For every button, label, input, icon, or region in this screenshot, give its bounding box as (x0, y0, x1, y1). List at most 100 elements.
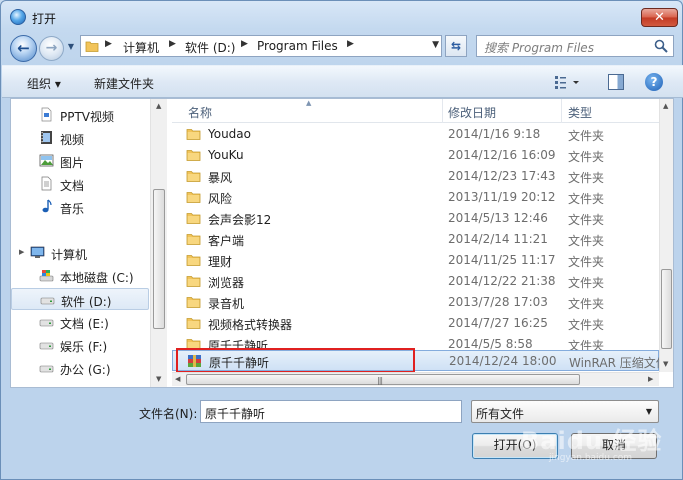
address-dropdown-icon[interactable]: ▼ (432, 40, 439, 50)
sidebar-item-label: PPTV视频 (60, 110, 115, 124)
arrow-right-icon: → (45, 40, 58, 56)
sidebar-item[interactable]: 办公 (G:) (11, 357, 149, 379)
scroll-up-arrow-icon[interactable]: ▲ (156, 102, 161, 110)
back-button[interactable]: ← (10, 35, 37, 62)
scroll-up-arrow-icon[interactable]: ▲ (663, 102, 668, 110)
chevron-down-icon: ▼ (645, 407, 652, 416)
file-modified-date: 2013/7/28 17:03 (448, 295, 548, 309)
sidebar-item[interactable]: 文档 (E:) (11, 311, 149, 333)
breadcrumb-drive-d[interactable]: 软件 (D:) (185, 39, 235, 56)
search-icon[interactable] (654, 39, 668, 53)
sort-ascending-icon: ▲ (306, 99, 312, 107)
sidebar-item[interactable]: 计算机 ▶ (11, 242, 149, 264)
breadcrumb-program-files[interactable]: Program Files (257, 39, 338, 53)
file-name: 理财 (208, 255, 233, 269)
file-type: 文件夹 (568, 129, 605, 143)
drive-icon (40, 292, 55, 307)
close-button[interactable]: ✕ (641, 8, 678, 27)
organize-button[interactable]: 组织 ▾ (27, 75, 61, 92)
file-row[interactable]: 客户端 2014/2/14 11:21 文件夹 (172, 229, 659, 250)
folder-icon (186, 190, 201, 204)
sidebar-item-label: 图片 (60, 156, 85, 170)
sidebar-item[interactable]: 视频 (11, 127, 149, 149)
baidu-watermark-url: jingyan.baidu.com (549, 453, 633, 463)
column-date-header[interactable]: 修改日期 (448, 104, 496, 121)
forward-button[interactable]: → (39, 36, 64, 61)
computer-icon (30, 245, 45, 260)
chevron-down-icon: ▼ (67, 42, 75, 51)
breadcrumb-computer[interactable]: 计算机 (123, 39, 159, 56)
sidebar-item[interactable]: 娱乐 (F:) (11, 334, 149, 356)
file-list-pane: ▲ 名称 修改日期 类型 Youdao 2014/1/16 9:18 文件夹 YouK… (172, 99, 673, 387)
file-list-horizontal-scrollbar[interactable]: ◀ ||| ▶ (172, 372, 659, 386)
search-input[interactable]: 搜索 Program Files (476, 35, 674, 57)
file-row[interactable]: 视频格式转换器 2014/7/27 16:25 文件夹 (172, 313, 659, 334)
file-type: 文件夹 (568, 234, 605, 248)
breadcrumb-separator-icon[interactable]: ▶ (169, 39, 176, 49)
file-row[interactable]: 浏览器 2014/12/22 21:38 文件夹 (172, 271, 659, 292)
filename-label: 文件名(N): (139, 407, 198, 421)
help-button[interactable]: ? (645, 73, 663, 91)
pictures-library-icon (39, 153, 54, 168)
breadcrumb-separator-icon[interactable]: ▶ (347, 39, 354, 49)
address-bar[interactable]: ▶ 计算机 ▶ 软件 (D:) ▶ Program Files ▶ ▼ (80, 35, 442, 57)
column-header-row: ▲ 名称 修改日期 类型 (172, 99, 659, 123)
app-icon (10, 9, 26, 25)
scroll-left-arrow-icon[interactable]: ◀ (175, 375, 180, 383)
file-row[interactable]: 录音机 2013/7/28 17:03 文件夹 (172, 292, 659, 313)
sidebar-item-label: 文档 (E:) (60, 317, 109, 331)
horizontal-scroll-thumb[interactable]: ||| (186, 374, 580, 385)
sidebar-item-label: 计算机 (51, 248, 88, 262)
sidebar-item[interactable]: 图片 (11, 150, 149, 172)
sidebar-item[interactable]: 音乐 (11, 196, 149, 218)
file-modified-date: 2014/12/16 16:09 (448, 148, 556, 162)
vertical-scroll-thumb[interactable] (661, 269, 672, 349)
search-placeholder: 搜索 Program Files (484, 41, 594, 55)
scroll-right-arrow-icon[interactable]: ▶ (648, 375, 653, 383)
file-list-vertical-scrollbar[interactable]: ▲ ▼ (659, 99, 673, 372)
sidebar-item-label: 办公 (G:) (60, 363, 111, 377)
file-type: 文件夹 (568, 276, 605, 290)
file-name: 浏览器 (208, 276, 245, 290)
file-modified-date: 2014/5/5 8:58 (448, 337, 533, 351)
sidebar-item[interactable]: PPTV视频 (11, 104, 149, 126)
file-row[interactable]: 会声会影12 2014/5/13 12:46 文件夹 (172, 208, 659, 229)
video-library-icon (39, 130, 54, 145)
folder-icon (186, 295, 201, 309)
breadcrumb-separator-icon[interactable]: ▶ (241, 39, 248, 49)
column-divider[interactable] (442, 99, 443, 123)
breadcrumb-separator-icon[interactable]: ▶ (105, 39, 112, 49)
change-view-button[interactable] (553, 73, 581, 91)
column-name-header[interactable]: 名称 (188, 104, 212, 121)
file-row[interactable]: 理财 2014/11/25 11:17 文件夹 (172, 250, 659, 271)
file-name: Youdao (208, 127, 251, 141)
sidebar-item-label: 本地磁盘 (C:) (60, 271, 134, 285)
navigation-scroll-thumb[interactable] (153, 189, 165, 329)
annotation-highlight-box (176, 348, 415, 373)
sidebar-item[interactable]: 软件 (D:) (11, 288, 149, 310)
file-type-select[interactable]: 所有文件 ▼ (471, 400, 659, 423)
sidebar-item[interactable]: 本地磁盘 (C:) (11, 265, 149, 287)
column-type-header[interactable]: 类型 (568, 104, 592, 121)
file-modified-date: 2014/12/24 18:00 (449, 354, 557, 368)
scroll-down-arrow-icon[interactable]: ▼ (663, 360, 668, 368)
expand-arrow-icon[interactable]: ▶ (19, 248, 24, 256)
file-row[interactable]: Youdao 2014/1/16 9:18 文件夹 (172, 124, 659, 145)
refresh-button[interactable]: ⇆ (445, 35, 467, 57)
sidebar-item[interactable]: 文档 (11, 173, 149, 195)
file-row[interactable]: YouKu 2014/12/16 16:09 文件夹 (172, 145, 659, 166)
file-type: 文件夹 (568, 255, 605, 269)
recent-locations-button[interactable]: ▼ (66, 42, 76, 52)
browser-panes: PPTV视频视频图片文档 音乐计算机 ▶ 本地磁盘 (C:) 软件 (D:) 文档 (E:… (10, 98, 674, 388)
new-folder-button[interactable]: 新建文件夹 (94, 75, 154, 92)
file-name: YouKu (208, 148, 244, 162)
filename-input[interactable]: 原千千静听 (200, 400, 462, 423)
navigation-scrollbar[interactable]: ▲ ▼ (150, 99, 167, 387)
file-modified-date: 2013/11/19 20:12 (448, 190, 556, 204)
file-row[interactable]: 风险 2013/11/19 20:12 文件夹 (172, 187, 659, 208)
scroll-down-arrow-icon[interactable]: ▼ (156, 375, 161, 383)
file-row[interactable]: 暴风 2014/12/23 17:43 文件夹 (172, 166, 659, 187)
music-library-icon (39, 199, 54, 214)
preview-pane-button[interactable] (608, 74, 624, 90)
column-divider[interactable] (561, 99, 562, 123)
